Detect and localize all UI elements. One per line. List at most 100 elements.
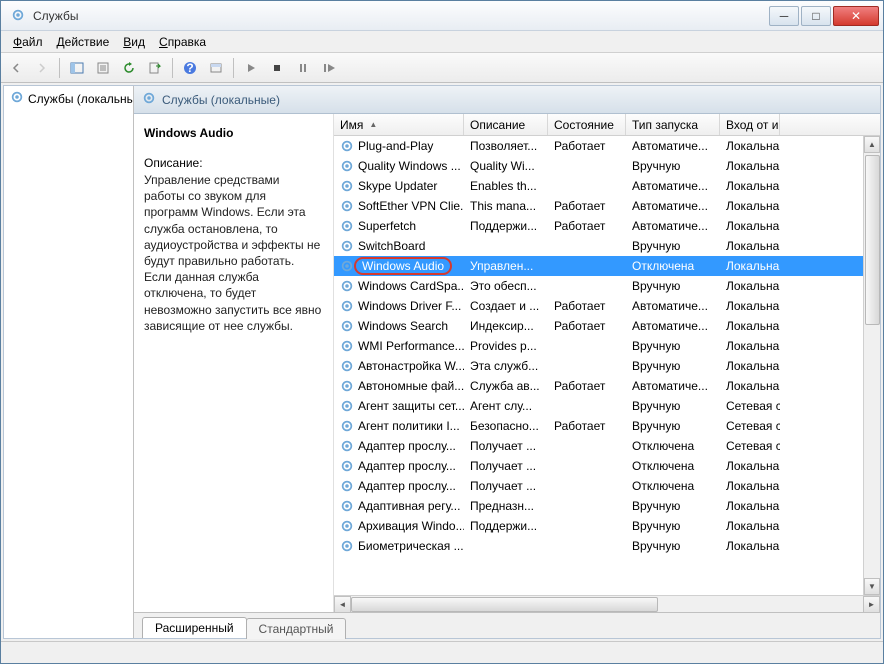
scroll-left-button[interactable]: ◄ [334, 596, 351, 613]
service-row[interactable]: Адаптер прослу...Получает ...ОтключенаСе… [334, 436, 880, 456]
menu-help[interactable]: Справка [153, 33, 212, 51]
help-button[interactable]: ? [179, 57, 201, 79]
service-name: Windows Search [358, 319, 448, 333]
gear-icon [340, 439, 354, 453]
vscroll-thumb[interactable] [865, 155, 880, 325]
service-desc: Служба ав... [464, 377, 548, 395]
filter-button[interactable] [205, 57, 227, 79]
gear-icon [340, 479, 354, 493]
col-desc[interactable]: Описание [464, 114, 548, 135]
minimize-button[interactable]: ─ [769, 6, 799, 26]
service-row[interactable]: Windows AudioУправлен...ОтключенаЛокальн… [334, 256, 880, 276]
service-desc: Эта служб... [464, 357, 548, 375]
scroll-down-button[interactable]: ▼ [864, 578, 880, 595]
maximize-button[interactable]: □ [801, 6, 831, 26]
service-row[interactable]: Quality Windows ...Quality Wi...ВручнуюЛ… [334, 156, 880, 176]
service-desc: Индексир... [464, 317, 548, 335]
gear-icon [340, 379, 354, 393]
service-state: Работает [548, 197, 626, 215]
properties-button[interactable] [92, 57, 114, 79]
service-start: Автоматиче... [626, 317, 720, 335]
content-area: Службы (локальные) Службы (локальные) Wi… [3, 85, 881, 639]
service-name: SoftEther VPN Clie... [358, 199, 464, 213]
detail-service-name: Windows Audio [144, 126, 323, 140]
show-hide-tree-button[interactable] [66, 57, 88, 79]
refresh-button[interactable] [118, 57, 140, 79]
start-service-button[interactable] [240, 57, 262, 79]
service-logon: Локальна [720, 217, 780, 235]
service-state [548, 344, 626, 348]
service-row[interactable]: Агент политики I...Безопасно...РаботаетВ… [334, 416, 880, 436]
nav-back-button[interactable] [5, 57, 27, 79]
vscroll-track[interactable] [864, 153, 880, 578]
service-name: Windows CardSpa... [358, 279, 464, 293]
scroll-right-button[interactable]: ► [863, 596, 880, 613]
service-row[interactable]: Windows SearchИндексир...РаботаетАвтомат… [334, 316, 880, 336]
service-logon: Локальна [720, 137, 780, 155]
service-row[interactable]: Адаптивная регу...Предназн...ВручнуюЛока… [334, 496, 880, 516]
col-logon[interactable]: Вход от и [720, 114, 780, 135]
gear-icon [340, 539, 354, 553]
service-row[interactable]: Автонастройка W...Эта служб...ВручнуюЛок… [334, 356, 880, 376]
pause-service-button[interactable] [292, 57, 314, 79]
col-name[interactable]: Имя▲ [334, 114, 464, 135]
gear-icon [340, 339, 354, 353]
menu-file[interactable]: Файл [7, 33, 49, 51]
service-row[interactable]: Адаптер прослу...Получает ...ОтключенаЛо… [334, 476, 880, 496]
restart-service-button[interactable] [318, 57, 340, 79]
col-start[interactable]: Тип запуска [626, 114, 720, 135]
service-state: Работает [548, 217, 626, 235]
service-row[interactable]: Агент защиты сет...Агент слу...ВручнуюСе… [334, 396, 880, 416]
menu-view-label: ид [131, 35, 145, 49]
service-start: Отключена [626, 477, 720, 495]
close-button[interactable]: ✕ [833, 6, 879, 26]
service-row[interactable]: Skype UpdaterEnables th...Автоматиче...Л… [334, 176, 880, 196]
hscroll-thumb[interactable] [351, 597, 658, 612]
tab-extended[interactable]: Расширенный [142, 617, 247, 638]
service-desc: Агент слу... [464, 397, 548, 415]
service-name: WMI Performance... [358, 339, 464, 353]
tab-standard[interactable]: Стандартный [246, 618, 347, 639]
service-row[interactable]: Windows Driver F...Создает и ...Работает… [334, 296, 880, 316]
gear-icon [340, 359, 354, 373]
list-body[interactable]: Plug-and-PlayПозволяет...РаботаетАвтомат… [334, 136, 880, 595]
hscroll-track[interactable] [351, 596, 863, 613]
service-logon: Локальна [720, 497, 780, 515]
toolbar: ? [1, 53, 883, 83]
gear-icon [340, 199, 354, 213]
service-row[interactable]: SuperfetchПоддержи...РаботаетАвтоматиче.… [334, 216, 880, 236]
service-name: Агент защиты сет... [358, 399, 464, 413]
service-state: Работает [548, 137, 626, 155]
scroll-up-button[interactable]: ▲ [864, 136, 880, 153]
gear-icon [340, 279, 354, 293]
service-row[interactable]: Архивация Windo...Поддержи...ВручнуюЛока… [334, 516, 880, 536]
menu-action[interactable]: Действие [51, 33, 116, 51]
service-row[interactable]: Биометрическая ...ВручнуюЛокальна [334, 536, 880, 556]
stop-service-button[interactable] [266, 57, 288, 79]
service-row[interactable]: Автономные фай...Служба ав...РаботаетАвт… [334, 376, 880, 396]
horizontal-scrollbar[interactable]: ◄ ► [334, 595, 880, 612]
service-row[interactable]: SoftEther VPN Clie...This mana...Работае… [334, 196, 880, 216]
service-row[interactable]: Plug-and-PlayПозволяет...РаботаетАвтомат… [334, 136, 880, 156]
service-desc: Enables th... [464, 177, 548, 195]
service-start: Вручную [626, 157, 720, 175]
service-logon: Локальна [720, 297, 780, 315]
tree-root-item[interactable]: Службы (локальные) [4, 86, 133, 111]
service-row[interactable]: WMI Performance...Provides p...ВручнуюЛо… [334, 336, 880, 356]
gear-icon [340, 259, 354, 273]
tree-pane[interactable]: Службы (локальные) [4, 86, 134, 638]
nav-forward-button[interactable] [31, 57, 53, 79]
service-row[interactable]: SwitchBoardВручнуюЛокальна [334, 236, 880, 256]
service-state [548, 264, 626, 268]
service-name: Адаптер прослу... [358, 479, 456, 493]
service-row[interactable]: Windows CardSpa...Это обесп...ВручнуюЛок… [334, 276, 880, 296]
service-start: Автоматиче... [626, 197, 720, 215]
gear-icon [340, 319, 354, 333]
vertical-scrollbar[interactable]: ▲ ▼ [863, 136, 880, 595]
export-button[interactable] [144, 57, 166, 79]
menu-view[interactable]: Вид [117, 33, 151, 51]
col-state[interactable]: Состояние [548, 114, 626, 135]
service-desc: Позволяет... [464, 137, 548, 155]
service-row[interactable]: Адаптер прослу...Получает ...ОтключенаЛо… [334, 456, 880, 476]
titlebar[interactable]: Службы ─ □ ✕ [1, 1, 883, 31]
